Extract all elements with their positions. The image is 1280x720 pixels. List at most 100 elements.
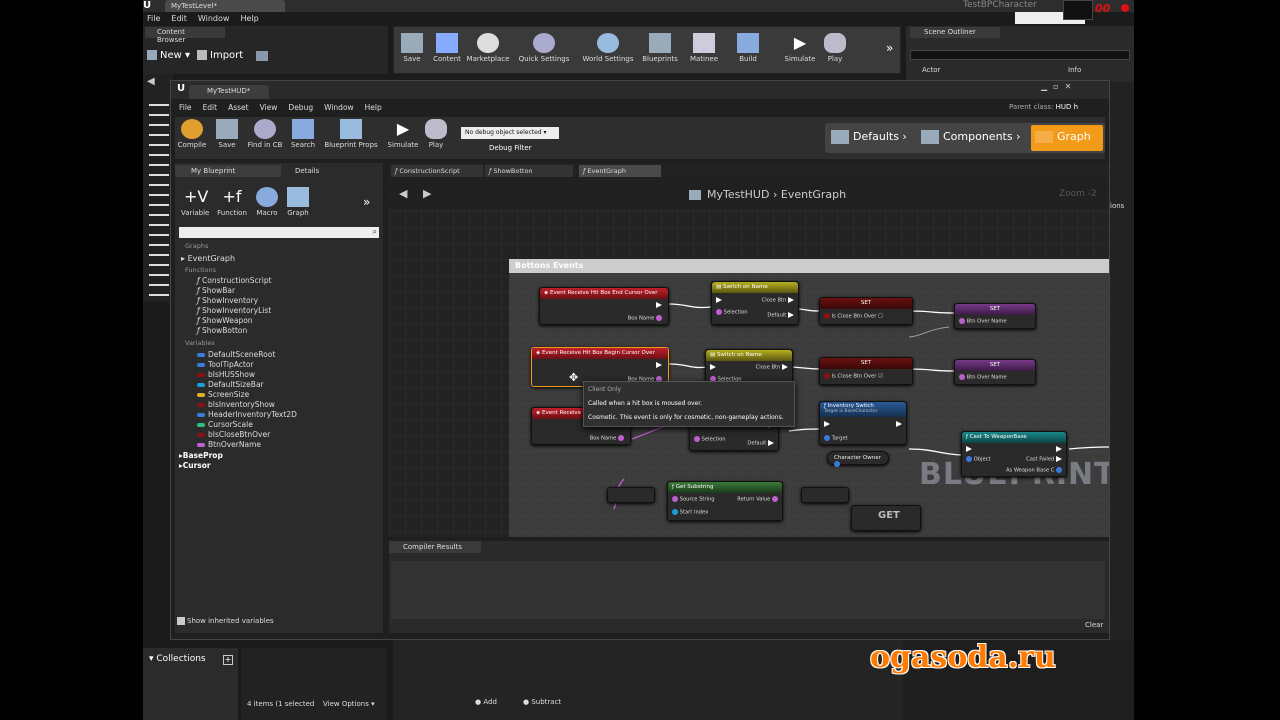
tab-showbotton[interactable]: ƒ ShowBotton <box>485 165 573 177</box>
set-node[interactable]: SET Is Close Btn Over ☑ <box>819 357 913 385</box>
more-add-icon[interactable]: » <box>363 195 370 209</box>
variable-item[interactable]: bIsHUSShow <box>197 370 255 379</box>
variable-item[interactable]: DefaultSceneRoot <box>197 350 275 359</box>
graph-canvas[interactable]: ◀ ▶ MyTestHUD › EventGraph Zoom -2 Botto… <box>389 179 1109 537</box>
mode-graph[interactable]: Graph <box>1031 125 1103 151</box>
window-controls[interactable]: ▁▫✕ <box>1041 82 1077 91</box>
cast-failed-pin[interactable]: Cast Failed <box>1026 456 1062 463</box>
get-substring-node[interactable]: ƒ Get Substring Source String Return Val… <box>667 481 783 521</box>
level-tab[interactable]: MyTestLevel* <box>165 0 285 12</box>
variable-item[interactable]: BtnOverName <box>197 440 261 449</box>
target-pin[interactable]: Target <box>824 435 848 442</box>
variable-item[interactable]: DefaultSizeBar <box>197 380 264 389</box>
bp-menu-window[interactable]: Window <box>324 103 354 112</box>
fn-item[interactable]: ƒ ShowInventoryList <box>197 306 271 315</box>
mode-defaults[interactable]: Defaults › <box>831 130 907 144</box>
bp-menu-help[interactable]: Help <box>365 103 382 112</box>
character-owner-getter[interactable]: Character Owner <box>827 451 889 467</box>
fn-item[interactable]: ƒ ShowInventory <box>197 296 258 305</box>
add-variable-button[interactable]: +V Variable <box>181 187 209 217</box>
is-close-btn-over-pin[interactable]: Is Close Btn Over ☐ <box>824 313 883 320</box>
build-button[interactable]: Build <box>732 33 764 63</box>
more-tools-icon[interactable]: » <box>886 41 893 55</box>
blueprint-props-button[interactable]: Blueprint Props <box>321 119 381 149</box>
exec-out-pin[interactable] <box>896 421 902 428</box>
cast-to-weaponbase-node[interactable]: ƒ Cast To WeaponBase Object Cast Failed … <box>961 431 1067 477</box>
find-in-cb-button[interactable]: Find in CB <box>245 119 285 149</box>
back-arrow-icon[interactable]: ◀ <box>147 76 155 87</box>
selection-pin[interactable]: Selection <box>716 309 748 316</box>
exec-out-pin[interactable] <box>1056 446 1062 453</box>
category-cursor[interactable]: ▸Cursor <box>179 461 211 470</box>
menu-edit[interactable]: Edit <box>171 14 187 23</box>
compiler-results-tab[interactable]: Compiler Results <box>389 541 481 553</box>
variable-item[interactable]: bIsCloseBtnOver <box>197 430 270 439</box>
start-index-pin[interactable]: Start Index <box>672 509 708 516</box>
bp-menu-edit[interactable]: Edit <box>203 103 218 112</box>
variable-item[interactable]: HeaderInventoryText2D <box>197 410 297 419</box>
bp-save-button[interactable]: Save <box>215 119 239 149</box>
exec-in-pin[interactable] <box>824 421 830 428</box>
play-button[interactable]: Play <box>820 33 850 63</box>
save-level-button[interactable]: Save <box>400 33 424 63</box>
bp-menu-file[interactable]: File <box>179 103 192 112</box>
get-node[interactable]: GET <box>851 505 921 531</box>
set-node[interactable]: SET Btn Over Name <box>954 303 1036 329</box>
variable-item[interactable]: ScreenSize <box>197 390 249 399</box>
tab-eventgraph[interactable]: ƒ EventGraph <box>579 165 661 177</box>
add-collection-icon[interactable]: + <box>223 655 233 665</box>
tab-constructionscript[interactable]: ƒ ConstructionScript <box>391 165 483 177</box>
return-value-pin[interactable]: Return Value <box>737 496 778 503</box>
inventory-switch-node[interactable]: ƒ Inventory Switch Target is BaseCharacte… <box>819 401 907 445</box>
subtract-button[interactable]: ● Subtract <box>523 698 561 706</box>
source-string-pin[interactable]: Source String <box>672 496 715 503</box>
add-button[interactable]: ● Add <box>475 698 497 706</box>
bp-asset-tab[interactable]: MyTestHUD* <box>189 85 269 99</box>
mode-components[interactable]: Components › <box>921 130 1021 144</box>
add-macro-button[interactable]: Macro <box>253 187 281 217</box>
as-weapon-base-pin[interactable]: As Weapon Base C <box>1006 467 1062 474</box>
fn-item[interactable]: ƒ ConstructionScript <box>197 276 272 285</box>
variable-item[interactable]: ToolTipActor <box>197 360 254 369</box>
world-settings-button[interactable]: World Settings <box>580 33 636 63</box>
exec-out-pin[interactable] <box>656 302 662 309</box>
fn-item[interactable]: ƒ ShowWeapon <box>197 316 253 325</box>
reroute-node[interactable] <box>801 487 849 503</box>
menu-file[interactable]: File <box>147 14 160 23</box>
default-pin[interactable]: Default <box>747 440 774 447</box>
show-inherited-checkbox[interactable]: Show inherited variables <box>177 617 274 625</box>
exec-out-pin[interactable] <box>656 362 662 369</box>
fn-item[interactable]: ƒ ShowBotton <box>197 326 247 335</box>
eventgraph-item[interactable]: ▸ EventGraph <box>181 254 235 263</box>
switch-on-name-node[interactable]: ▤ Switch on Name Selection Close Btn Def… <box>711 281 799 325</box>
content-browser-tab[interactable]: Content Browser <box>145 27 225 44</box>
set-node[interactable]: SET Is Close Btn Over ☐ <box>819 297 913 325</box>
variable-item[interactable]: CursorScale <box>197 420 253 429</box>
menu-window[interactable]: Window <box>198 14 230 23</box>
blueprints-button[interactable]: Blueprints <box>640 33 680 63</box>
view-options-button[interactable]: View Options ▾ <box>323 700 375 708</box>
btn-over-name-pin[interactable]: Btn Over Name <box>959 318 1007 325</box>
is-close-btn-over-pin[interactable]: Is Close Btn Over ☑ <box>824 373 883 380</box>
event-node-end-cursor-over[interactable]: ◈ Event Receive Hit Box End Cursor Over … <box>539 287 669 325</box>
add-function-button[interactable]: +f Function <box>217 187 247 217</box>
variable-item[interactable]: bIsInventoryShow <box>197 400 275 409</box>
reroute-node[interactable] <box>607 487 655 503</box>
blueprint-search-input[interactable]: ⌕ <box>179 227 379 238</box>
save-all-icon[interactable] <box>256 51 268 61</box>
quick-settings-button[interactable]: Quick Settings <box>516 33 572 63</box>
import-button[interactable]: Import <box>197 50 243 61</box>
clear-button[interactable]: Clear <box>1085 621 1103 629</box>
details-tab[interactable]: Details <box>283 165 363 177</box>
menu-help[interactable]: Help <box>240 14 258 23</box>
selection-pin[interactable]: Selection <box>694 436 726 443</box>
box-name-pin[interactable]: Box Name <box>628 315 662 322</box>
content-button[interactable]: Content <box>432 33 462 63</box>
close-btn-pin[interactable]: Close Btn <box>762 297 794 304</box>
bp-menu-debug[interactable]: Debug <box>288 103 313 112</box>
btn-over-name-pin[interactable]: Btn Over Name <box>959 374 1007 381</box>
compile-button[interactable]: Compile <box>177 119 207 149</box>
box-name-pin[interactable]: Box Name <box>590 435 624 442</box>
search-button[interactable]: Search <box>289 119 317 149</box>
bp-play-button[interactable]: Play <box>423 119 449 149</box>
